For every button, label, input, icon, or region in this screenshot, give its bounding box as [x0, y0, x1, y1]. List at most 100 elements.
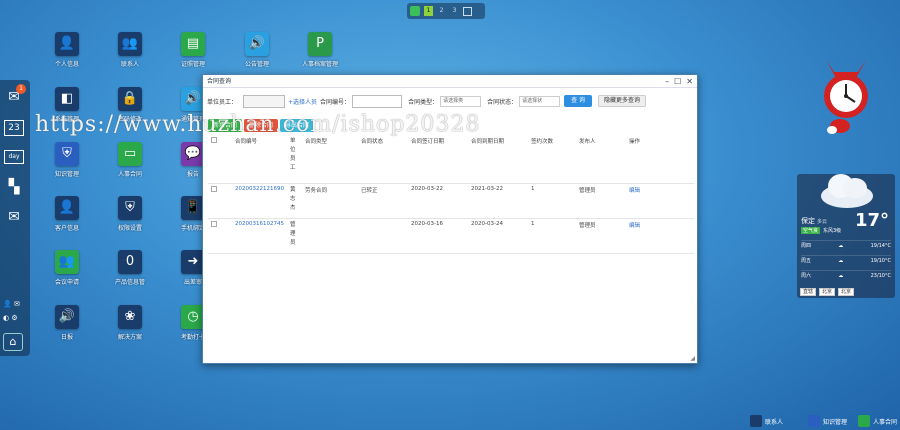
desktop-pager: 1 2 3	[407, 3, 485, 19]
taskbar-item-knowledge[interactable]: 知识管理	[808, 414, 847, 428]
city-select[interactable]: 北京	[819, 288, 836, 296]
meeting-icon: 👥	[55, 250, 79, 274]
desktop-icon-label: 日报	[60, 334, 73, 341]
desktop-icon-meeting[interactable]: 👥 会议申请	[37, 250, 97, 286]
desktop-icon-daily[interactable]: 🔊 日报	[37, 305, 97, 341]
publisher-cell: 管理员	[576, 218, 626, 254]
desktop-icon-profile[interactable]: 👤 个人信息	[37, 32, 97, 68]
desktop-icon-knowledge[interactable]: ⛨ 知识管理	[37, 142, 97, 178]
contract-status-select[interactable]: 请选择状	[519, 95, 561, 107]
contract-type-select[interactable]: 请选择类	[440, 95, 482, 107]
desktop-icon-customer[interactable]: 👤 客户信息	[37, 196, 97, 232]
settings-icon[interactable]: ◐ ⚙	[3, 314, 27, 326]
left-dock: ✉ 1 23 day ▚ ✉ 👤 ✉ ◐ ⚙ ⌂	[0, 80, 30, 356]
minimize-icon[interactable]: –	[665, 75, 669, 88]
header-contract-no[interactable]: 合同编号	[232, 135, 287, 184]
contract-no-input[interactable]	[352, 94, 403, 108]
resize-handle-icon[interactable]: ◢	[690, 355, 695, 362]
day-icon[interactable]: day	[4, 150, 24, 164]
person-icon: 👤	[55, 32, 79, 56]
taskbar-item-contacts[interactable]: 联系人	[750, 414, 783, 428]
desktop-icon-label: 产品信息管	[114, 279, 145, 286]
contract-no-link[interactable]: 20200322121690	[235, 186, 284, 192]
header-contract-type[interactable]: 合同类型	[302, 135, 358, 184]
weather-widget: 保定 多云 17° 空气良 东风3级 周四 ☁ 19/14°C 周五 ☁ 19/…	[797, 174, 895, 298]
header-expire-date[interactable]: 合同到期日期	[468, 135, 528, 184]
expire-date-cell: 2021-03-22	[468, 183, 528, 219]
table-row[interactable]: 20200316102745 管理员 2020-03-16 2020-03-24…	[208, 218, 694, 254]
apps-icon[interactable]: ▚	[4, 178, 24, 196]
contract-icon: ▭	[118, 142, 142, 166]
speaker-icon: 🔊	[245, 32, 269, 56]
user-status-icon[interactable]: 👤 ✉	[3, 300, 27, 312]
knowledge-icon: ⛨	[55, 142, 79, 166]
edit-link[interactable]: 编辑	[629, 223, 640, 229]
grid-view-icon[interactable]	[463, 6, 472, 16]
row-checkbox[interactable]	[211, 220, 217, 227]
signed-date-cell: 2020-03-16	[408, 218, 468, 254]
header-unit-staff[interactable]: 单位员工	[290, 137, 296, 173]
taskbar-item-hr-contract[interactable]: 人事合同	[858, 414, 897, 428]
status-cell: 已转正	[358, 183, 408, 219]
shield-icon: ⛨	[118, 196, 142, 220]
desktop-icon-permissions[interactable]: ⛨ 权限设置	[100, 196, 160, 232]
contacts-icon	[750, 415, 762, 427]
pager-page-2[interactable]: 2	[437, 6, 446, 16]
desktop-icon-label: 客户信息	[54, 225, 79, 232]
edit-link[interactable]: 编辑	[629, 188, 640, 194]
desktop-icon-hr-archive[interactable]: P 人事档案管理	[290, 32, 350, 68]
signed-date-cell: 2020-03-22	[408, 183, 468, 219]
select-all-checkbox[interactable]	[211, 137, 217, 143]
header-publisher[interactable]: 发布人	[576, 135, 626, 184]
forecast-day: 周四	[801, 243, 812, 249]
product-icon: 0	[118, 250, 142, 274]
row-checkbox[interactable]	[211, 185, 217, 192]
desktop-icon-products[interactable]: 0 产品信息管	[100, 250, 160, 286]
desktop-icon-label: 权限设置	[117, 225, 142, 232]
table-header-row: 合同编号 单位员工 合同类型 合同状态 合同签订日期 合同到期日期 签约次数 发…	[208, 135, 694, 184]
province-select[interactable]: 直辖	[800, 288, 817, 296]
home-icon[interactable]: ⌂	[3, 333, 23, 351]
message-icon[interactable]: ✉	[4, 208, 24, 226]
maximize-icon[interactable]: ☐	[674, 75, 681, 88]
header-contract-status[interactable]: 合同状态	[358, 135, 408, 184]
publisher-cell: 管理员	[576, 183, 626, 219]
type-cell: 劳务合同	[302, 183, 358, 219]
desktop-icon-certificates[interactable]: ▤ 证照管理	[163, 32, 223, 68]
taskbar-label: 人事合同	[873, 418, 898, 426]
header-operation: 操作	[626, 135, 694, 184]
contract-table: 合同编号 单位员工 合同类型 合同状态 合同签订日期 合同到期日期 签约次数 发…	[208, 135, 694, 254]
contract-no-label: 合同编号：	[320, 98, 351, 106]
document-icon: P	[308, 32, 332, 56]
desktop-icon-solutions[interactable]: ❀ 解决方案	[100, 305, 160, 341]
desktop-icon-contacts[interactable]: 👥 联系人	[100, 32, 160, 68]
status-cell	[358, 218, 408, 254]
contract-type-label: 合同类型：	[408, 98, 439, 106]
desktop-home-icon[interactable]	[410, 6, 420, 16]
query-button[interactable]: 查 询	[564, 95, 593, 107]
forecast-temp: 19/10°C	[870, 257, 891, 264]
header-sign-times[interactable]: 签约次数	[528, 135, 576, 184]
unit-staff-input[interactable]	[243, 94, 286, 108]
calendar-icon[interactable]: 23	[4, 120, 24, 136]
contract-icon	[858, 415, 870, 427]
cloud-small-icon: ☁	[838, 272, 844, 279]
district-select[interactable]: 北京	[838, 288, 855, 296]
taskbar-label: 联系人	[765, 418, 784, 426]
table-row[interactable]: 20200322121690 黄志杰 劳务合同 已转正 2020-03-22 2…	[208, 183, 694, 219]
contract-no-link[interactable]: 20200316102745	[235, 221, 284, 227]
wind-text: 东风3级	[823, 228, 842, 234]
more-query-button[interactable]: 隐藏更多查询	[598, 95, 647, 107]
header-signed-date[interactable]: 合同签订日期	[408, 135, 468, 184]
window-titlebar[interactable]: 合同查询 – ☐ ✕	[203, 75, 697, 88]
select-person-link[interactable]: +选择人员	[288, 97, 317, 106]
desktop-icon-label: 证照管理	[180, 61, 205, 68]
pager-page-3[interactable]: 3	[450, 6, 459, 16]
desktop-icon-label: 解决方案	[117, 334, 142, 341]
close-icon[interactable]: ✕	[686, 75, 693, 88]
desktop-icon-announcements[interactable]: 🔊 公告管理	[227, 32, 287, 68]
pager-page-1[interactable]: 1	[424, 6, 433, 16]
desktop-icon-hr-contract[interactable]: ▭ 人事合同	[100, 142, 160, 178]
cloud-icon	[821, 174, 873, 208]
sign-times-cell: 1	[528, 218, 576, 254]
